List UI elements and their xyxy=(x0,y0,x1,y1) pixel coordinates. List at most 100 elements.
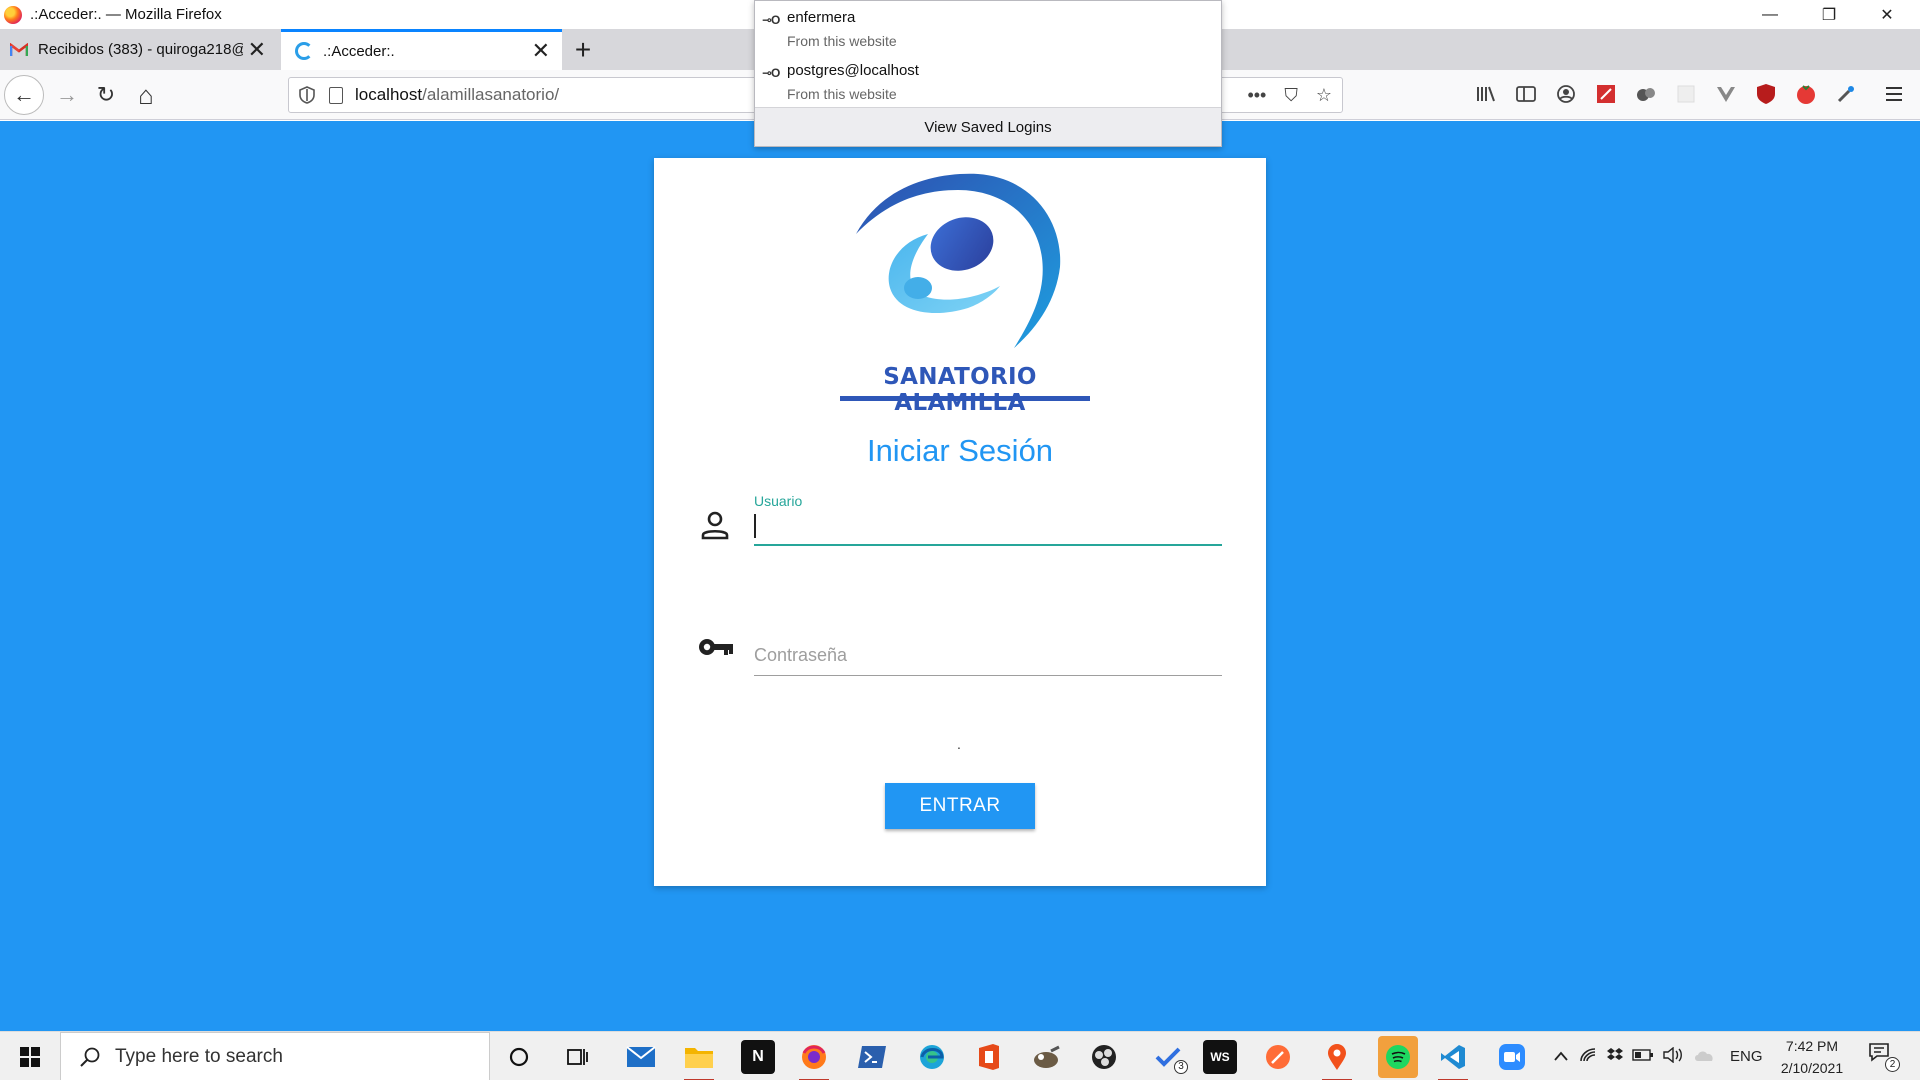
clock-time: 7:42 PM xyxy=(1785,1038,1839,1054)
brand-name: SANATORIO ALAMILLA xyxy=(883,364,1037,416)
maps-pin-icon[interactable] xyxy=(1320,1040,1354,1080)
saved-login-username: postgres@localhost xyxy=(787,62,919,79)
onedrive-icon[interactable] xyxy=(1688,1048,1720,1066)
gimp-icon[interactable] xyxy=(1029,1040,1063,1074)
person-icon xyxy=(701,511,729,540)
username-input[interactable] xyxy=(754,506,1222,546)
saved-login-source: From this website xyxy=(787,86,897,102)
start-button[interactable] xyxy=(0,1032,60,1080)
home-button[interactable]: ⌂ xyxy=(129,78,163,112)
windows-logo-icon xyxy=(20,1046,40,1067)
tab-title: Recibidos (383) - quiroga218@ xyxy=(38,41,243,58)
library-icon[interactable] xyxy=(1474,82,1498,106)
saved-login-item[interactable]: ⊸O enfermera From this website xyxy=(755,3,1221,55)
url-path: /alamillasanatorio/ xyxy=(422,85,560,104)
ublock-icon[interactable] xyxy=(1754,82,1778,106)
cortana-icon[interactable] xyxy=(502,1040,536,1074)
reload-button[interactable]: ↻ xyxy=(89,78,123,112)
site-favicon-icon xyxy=(295,42,313,60)
tomato-timer-icon[interactable] xyxy=(1794,82,1818,106)
clock[interactable]: 7:42 PM 2/10/2021 xyxy=(1772,1035,1852,1079)
notification-badge: 3 xyxy=(1174,1060,1188,1074)
shield-icon[interactable] xyxy=(299,86,315,104)
status-text: . xyxy=(957,736,961,752)
language-indicator[interactable]: ENG xyxy=(1730,1048,1763,1065)
view-saved-logins-button[interactable]: View Saved Logins xyxy=(755,107,1221,146)
firefox-logo-icon xyxy=(4,5,22,24)
pdf-extension-icon[interactable] xyxy=(1594,82,1618,106)
text-cursor xyxy=(754,514,756,538)
task-view-icon[interactable] xyxy=(561,1040,595,1074)
new-tab-button[interactable]: + xyxy=(570,29,596,70)
dropbox-icon[interactable] xyxy=(1602,1047,1628,1067)
edge-icon[interactable] xyxy=(915,1040,949,1074)
key-icon: ⊸O xyxy=(762,66,780,80)
close-window-button[interactable]: ✕ xyxy=(1858,0,1916,29)
page-title: Iniciar Sesión xyxy=(866,433,1054,468)
pocket-icon[interactable]: ⛉ xyxy=(1284,85,1298,106)
maximize-button[interactable]: ❐ xyxy=(1800,0,1858,29)
window-title: .:Acceder:. — Mozilla Firefox xyxy=(30,6,222,23)
tab-close-icon[interactable]: ✕ xyxy=(532,38,550,64)
obs-icon[interactable] xyxy=(1087,1040,1121,1074)
minimize-button[interactable]: — xyxy=(1741,0,1799,29)
notion-icon[interactable]: N xyxy=(741,1040,775,1074)
taskbar-search[interactable]: Type here to search xyxy=(60,1032,490,1080)
bookmark-star-icon[interactable]: ☆ xyxy=(1316,85,1332,106)
tab-title: .:Acceder:. xyxy=(323,42,395,60)
sanatorio-logo: SANATORIO ALAMILLA xyxy=(828,172,1092,416)
menu-icon[interactable] xyxy=(1882,82,1906,106)
zoom-icon[interactable] xyxy=(1495,1040,1529,1074)
key-icon: ⊸O xyxy=(762,13,780,27)
file-explorer-icon[interactable] xyxy=(682,1040,716,1080)
sanatorio-logo-icon xyxy=(856,173,1061,348)
sidebar-icon[interactable] xyxy=(1514,82,1538,106)
tab-gmail[interactable]: Recibidos (383) - quiroga218@ ✕ xyxy=(0,29,278,70)
saved-login-source: From this website xyxy=(787,33,897,49)
key-icon xyxy=(699,639,733,655)
forward-button[interactable]: → xyxy=(50,78,84,112)
blank-extension-icon[interactable] xyxy=(1674,82,1698,106)
page-actions-icon[interactable]: ••• xyxy=(1247,85,1266,106)
tab-acceder[interactable]: .:Acceder:. ✕ xyxy=(281,29,562,70)
show-hidden-icons-icon[interactable] xyxy=(1548,1048,1574,1065)
page-info-icon[interactable] xyxy=(329,86,343,104)
battery-icon[interactable] xyxy=(1628,1048,1658,1065)
mail-icon[interactable] xyxy=(624,1040,658,1074)
todo-icon[interactable]: 3 xyxy=(1146,1040,1190,1074)
postman-icon[interactable] xyxy=(1261,1040,1295,1074)
url-text[interactable]: localhost/alamillasanatorio/ xyxy=(355,85,559,105)
notification-center-icon[interactable]: 2 xyxy=(1868,1042,1900,1072)
submit-button[interactable]: ENTRAR xyxy=(885,783,1035,829)
account-icon[interactable] xyxy=(1554,82,1578,106)
search-placeholder: Type here to search xyxy=(115,1045,283,1067)
saved-login-username: enfermera xyxy=(787,9,856,26)
tab-close-icon[interactable]: ✕ xyxy=(248,37,266,63)
firefox-taskbar-icon[interactable] xyxy=(797,1040,831,1080)
webstorm-icon[interactable]: WS xyxy=(1203,1040,1237,1074)
vue-devtools-icon[interactable] xyxy=(1714,82,1738,106)
color-picker-icon[interactable] xyxy=(1834,82,1858,106)
windows-taskbar: Type here to search N 3 WS ENG 7:42 PM 2… xyxy=(0,1031,1920,1080)
volume-icon[interactable] xyxy=(1658,1046,1688,1067)
notification-count: 2 xyxy=(1885,1057,1900,1072)
login-card: SANATORIO ALAMILLA Iniciar Sesión Usuari… xyxy=(654,158,1266,886)
powershell-icon[interactable] xyxy=(855,1040,889,1074)
vscode-icon[interactable] xyxy=(1436,1040,1470,1080)
saved-logins-popup: ⊸O enfermera From this website ⊸O postgr… xyxy=(754,0,1222,147)
extensions-toolbar xyxy=(1474,82,1906,106)
url-host: localhost xyxy=(355,85,423,104)
extension-icon[interactable] xyxy=(1634,82,1658,106)
page-viewport: SANATORIO ALAMILLA Iniciar Sesión Usuari… xyxy=(0,121,1920,1031)
search-icon xyxy=(80,1047,100,1067)
wifi-icon[interactable] xyxy=(1574,1047,1602,1067)
office-icon[interactable] xyxy=(972,1040,1006,1074)
system-tray: ENG xyxy=(1548,1032,1763,1080)
password-input[interactable] xyxy=(754,636,1222,676)
back-button[interactable]: ← xyxy=(4,75,44,115)
clock-date: 2/10/2021 xyxy=(1780,1060,1844,1076)
gmail-icon xyxy=(10,42,28,56)
brand-underline xyxy=(840,396,1090,401)
spotify-icon[interactable] xyxy=(1378,1036,1418,1078)
saved-login-item[interactable]: ⊸O postgres@localhost From this website xyxy=(755,56,1221,108)
